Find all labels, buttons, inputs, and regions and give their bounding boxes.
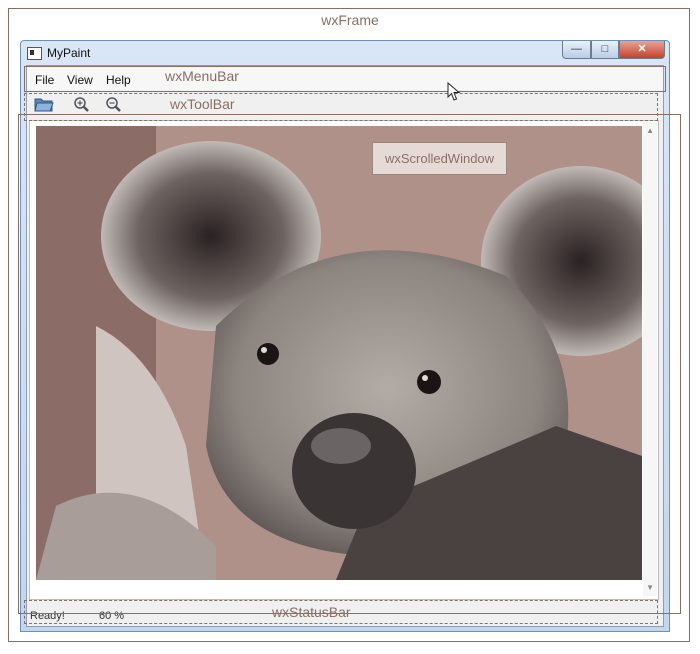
menubar-annotation-box: [24, 66, 666, 92]
title-bar[interactable]: MyPaint — □ ✕: [21, 41, 669, 65]
mouse-cursor-icon: [447, 82, 461, 101]
close-button[interactable]: ✕: [619, 41, 665, 59]
maximize-button[interactable]: □: [591, 41, 619, 59]
scrolledwindow-annotation-box: [18, 114, 681, 614]
toolbar-label: wxToolBar: [170, 96, 235, 112]
app-icon[interactable]: [27, 47, 42, 60]
wxframe-label: wxFrame: [321, 12, 379, 28]
minimize-button[interactable]: —: [562, 41, 591, 59]
statusbar-label: wxStatusBar: [272, 604, 351, 620]
scrolledwindow-label: wxScrolledWindow: [372, 142, 507, 175]
window-title: MyPaint: [47, 46, 91, 60]
menubar-label: wxMenuBar: [165, 68, 239, 84]
